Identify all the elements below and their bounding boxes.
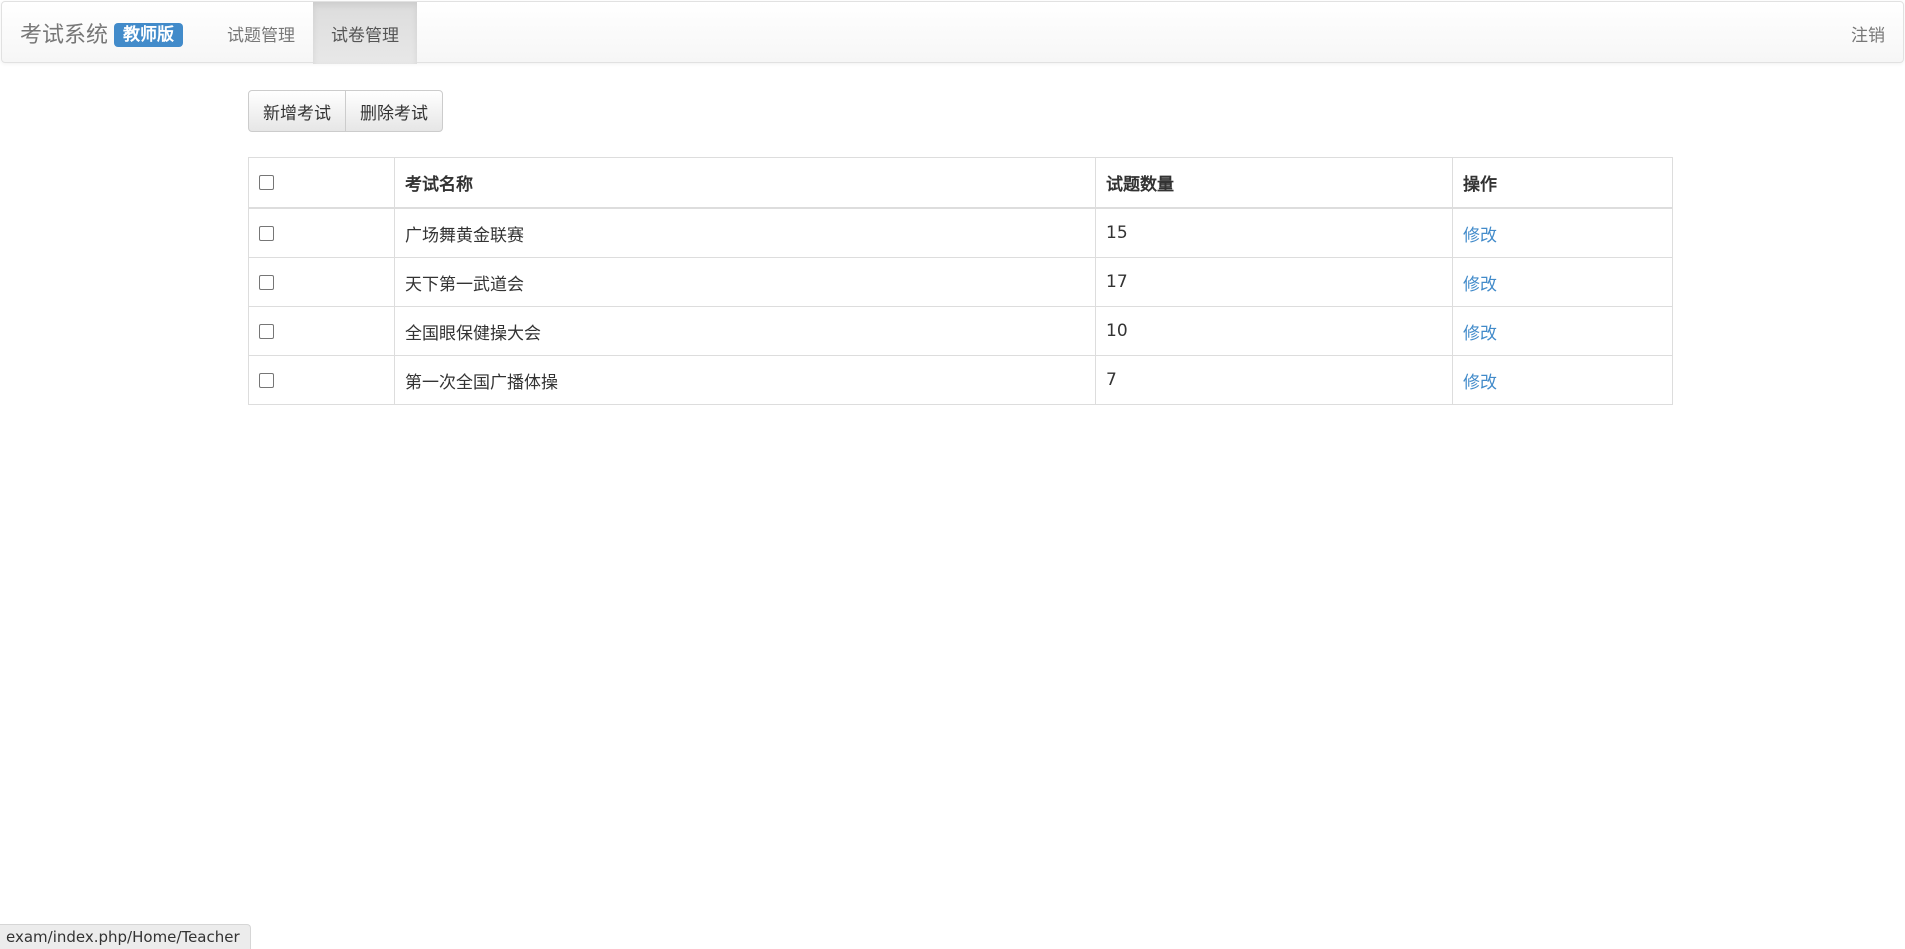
row-check-cell <box>248 257 395 307</box>
row-check-cell <box>248 355 395 405</box>
exam-name-cell: 天下第一武道会 <box>394 257 1096 307</box>
add-exam-button[interactable]: 新增考试 <box>248 90 346 132</box>
exam-name-cell: 全国眼保健操大会 <box>394 306 1096 356</box>
main-nav: 试题管理 试卷管理 <box>209 2 417 64</box>
exam-table: 考试名称 试题数量 操作 广场舞黄金联赛 15 修改 天下第一武道会 17 修改… <box>248 157 1673 405</box>
row-check-cell <box>248 207 395 258</box>
edit-link[interactable]: 修改 <box>1463 373 1497 393</box>
header-action: 操作 <box>1452 157 1673 209</box>
nav-item-paper-management[interactable]: 试卷管理 <box>313 2 417 64</box>
row-checkbox[interactable] <box>259 372 274 388</box>
question-count-cell: 17 <box>1095 257 1453 307</box>
brand-link[interactable]: 考试系统 教师版 <box>20 2 184 64</box>
select-all-cell <box>248 157 395 209</box>
brand-title: 考试系统 <box>20 23 109 48</box>
question-count-cell: 15 <box>1095 207 1453 258</box>
edit-link[interactable]: 修改 <box>1463 324 1497 344</box>
row-checkbox[interactable] <box>259 225 274 241</box>
logout-link[interactable]: 注销 <box>1851 2 1885 64</box>
exam-name-cell: 第一次全国广播体操 <box>394 355 1096 405</box>
row-check-cell <box>248 306 395 356</box>
header-question-count: 试题数量 <box>1095 157 1453 209</box>
table-row: 广场舞黄金联赛 15 修改 <box>248 207 1673 258</box>
browser-status-bar: exam/index.php/Home/Teacher <box>0 924 251 949</box>
action-cell: 修改 <box>1452 306 1673 356</box>
exam-toolbar: 新增考试 删除考试 <box>248 90 443 132</box>
edit-link[interactable]: 修改 <box>1463 275 1497 295</box>
teacher-edition-badge: 教师版 <box>114 22 184 47</box>
row-checkbox[interactable] <box>259 274 274 290</box>
delete-exam-button[interactable]: 删除考试 <box>345 90 443 132</box>
row-checkbox[interactable] <box>259 323 274 339</box>
edit-link[interactable]: 修改 <box>1463 226 1497 246</box>
header-exam-name: 考试名称 <box>394 157 1096 209</box>
question-count-cell: 10 <box>1095 306 1453 356</box>
action-cell: 修改 <box>1452 257 1673 307</box>
table-row: 全国眼保健操大会 10 修改 <box>248 306 1673 356</box>
select-all-checkbox[interactable] <box>259 175 274 190</box>
top-navbar: 考试系统 教师版 试题管理 试卷管理 注销 <box>1 1 1904 64</box>
action-cell: 修改 <box>1452 207 1673 258</box>
question-count-cell: 7 <box>1095 355 1453 405</box>
action-cell: 修改 <box>1452 355 1673 405</box>
exam-name-cell: 广场舞黄金联赛 <box>394 207 1096 258</box>
table-header-row: 考试名称 试题数量 操作 <box>248 157 1673 209</box>
table-row: 天下第一武道会 17 修改 <box>248 257 1673 307</box>
nav-item-question-management[interactable]: 试题管理 <box>209 2 313 64</box>
table-row: 第一次全国广播体操 7 修改 <box>248 355 1673 405</box>
